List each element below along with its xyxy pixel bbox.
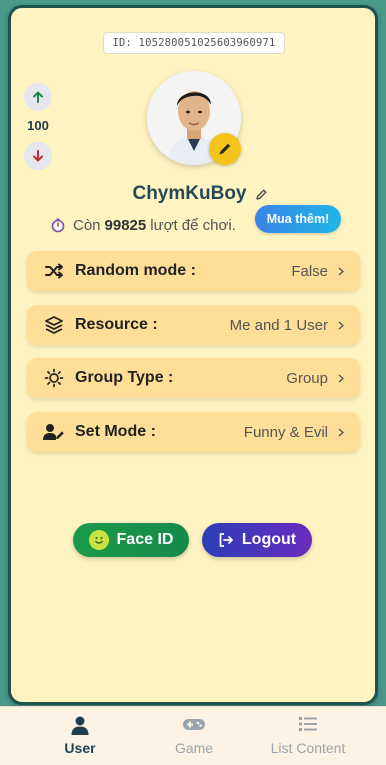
downvote-button[interactable] [24, 142, 52, 170]
tab-game[interactable]: Game [130, 707, 258, 765]
tab-label: Game [174, 740, 214, 756]
upvote-button[interactable] [24, 83, 52, 111]
tab-label: List Content [270, 740, 346, 756]
setting-resource[interactable]: Resource : Me and 1 User [27, 305, 360, 345]
setting-label: Set Mode : [75, 423, 156, 440]
setting-value: Group [286, 369, 328, 387]
shuffle-icon [43, 260, 65, 282]
tab-list-content[interactable]: List Content [244, 707, 372, 765]
vote-count: 100 [27, 118, 49, 133]
layers-icon [43, 314, 65, 336]
username-row: ChymKuBoy [0, 181, 386, 207]
setting-label: Random mode : [75, 262, 196, 279]
vote-widget: 100 [24, 83, 52, 173]
setting-value: Me and 1 User [229, 316, 328, 334]
smiley-icon [88, 530, 109, 550]
setting-value: Funny & Evil [243, 423, 328, 441]
user-icon [16, 715, 144, 735]
arrow-down-icon [33, 150, 43, 162]
bottom-tab-bar: User Game List Content [0, 706, 386, 765]
setting-group-type[interactable]: Group Type : Group [27, 358, 360, 398]
avatar-container [147, 71, 241, 165]
setting-value: False [291, 262, 328, 280]
user-edit-icon [43, 421, 65, 443]
pencil-icon [219, 143, 231, 155]
user-id-badge: ID: 105280051025603960971 [103, 32, 285, 54]
gamepad-icon [130, 715, 258, 733]
list-icon [244, 715, 372, 733]
edit-avatar-button[interactable] [209, 133, 241, 165]
setting-label: Resource : [75, 316, 158, 333]
plays-suffix: lượt để chơi. [150, 216, 236, 234]
setting-label: Group Type : [75, 369, 174, 386]
chevron-right-icon [338, 373, 346, 383]
plays-prefix: Còn [73, 216, 101, 234]
arrow-up-icon [33, 91, 43, 103]
face-id-button[interactable]: Face ID [73, 523, 189, 557]
tab-user[interactable]: User [16, 707, 144, 765]
chevron-right-icon [338, 320, 346, 330]
face-id-label: Face ID [116, 531, 174, 548]
logout-icon [219, 533, 233, 547]
app-background: ID: 105280051025603960971 100 ChymKuBoy … [0, 0, 386, 765]
logout-label: Logout [241, 531, 297, 548]
setting-set-mode[interactable]: Set Mode : Funny & Evil [27, 412, 360, 452]
logout-button[interactable]: Logout [202, 523, 312, 557]
username: ChymKuBoy [132, 183, 247, 204]
edit-username-icon[interactable] [255, 188, 268, 201]
buy-more-button[interactable]: Mua thêm! [255, 205, 341, 233]
stopwatch-icon [51, 218, 65, 233]
tab-label: User [64, 740, 96, 756]
chevron-right-icon [338, 427, 346, 437]
plays-count: 99825 [104, 216, 147, 234]
setting-random-mode[interactable]: Random mode : False [27, 251, 360, 291]
chevron-right-icon [338, 266, 346, 276]
plays-remaining: Còn 99825 lượt để chơi. [50, 213, 236, 237]
sun-icon [43, 367, 65, 389]
